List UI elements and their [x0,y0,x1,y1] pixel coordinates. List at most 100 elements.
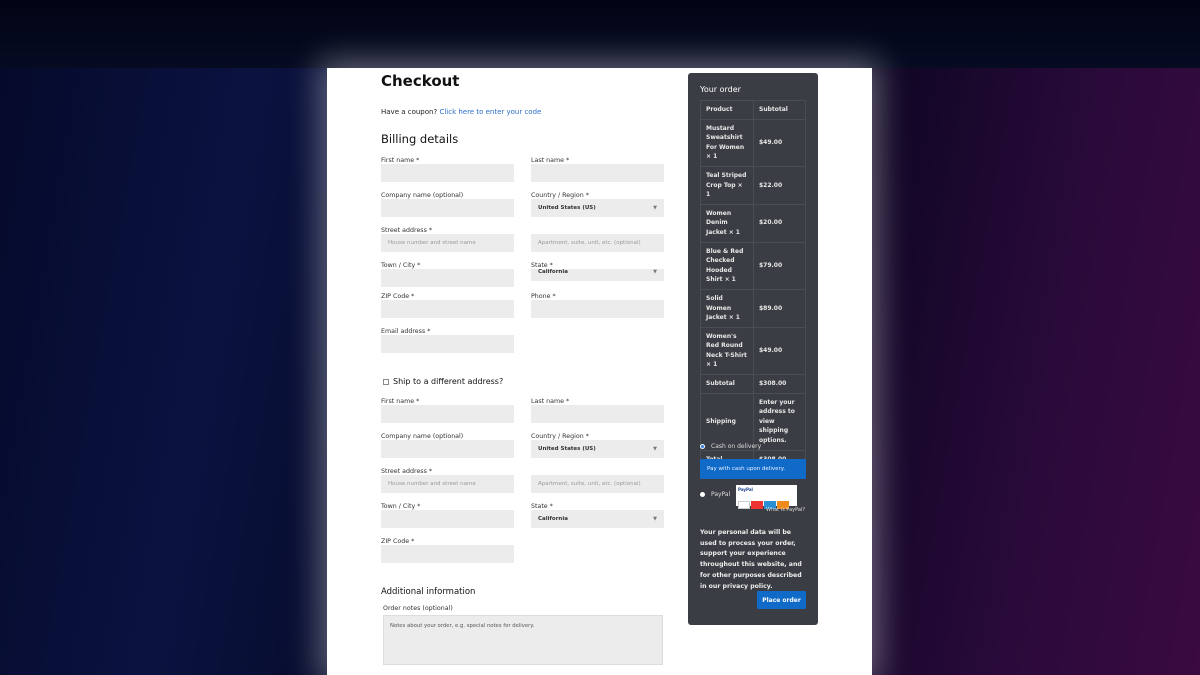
last-name-label: Last name * [531,398,570,405]
paypal-label: PayPal [711,491,731,498]
cell-value: $22.00 [753,165,806,205]
ship-different-label: Ship to a different address? [393,377,504,386]
cod-description: Pay with cash upon delivery. [700,459,806,479]
email-address-input[interactable] [381,335,514,353]
cell-value: $308.00 [753,374,806,394]
background-top [0,0,1200,68]
cell-label: Women Denim Jacket × 1 [700,203,754,243]
cell-label: Solid Women Jacket × 1 [700,288,754,328]
first-name-label: First name * [381,157,420,164]
first-name-input[interactable] [381,405,514,423]
order-item-row: Blue & Red Checked Hooded Shirt × 1 $79.0… [700,241,806,290]
payment-cod[interactable]: Cash on delivery [700,443,761,450]
phone-label: Phone * [531,293,556,300]
placeholder: Apartment, suite, unit, etc. (optional) [538,240,641,246]
coupon-text: Have a coupon? [381,108,438,116]
order-item-row: Women's Red Round Neck T-Shirt × 1 $49.00 [700,326,806,376]
cell-label: Product [700,100,754,120]
placeholder: Apartment, suite, unit, etc. (optional) [538,481,641,487]
selected-value: United States (US) [538,205,596,211]
order-header-row: Product Subtotal [700,100,806,120]
ship-different-toggle[interactable]: Ship to a different address? [383,377,503,386]
subtotal-row: Subtotal $308.00 [700,374,806,394]
cell-value: $79.00 [753,241,806,290]
phone-input[interactable] [531,300,664,318]
selected-value: California [538,516,568,522]
placeholder: House number and street name [388,240,476,246]
zip-code-input[interactable] [381,545,514,563]
coupon-link[interactable]: Click here to enter your code [439,108,541,116]
street-address-2-input[interactable]: Apartment, suite, unit, etc. (optional) [531,234,664,252]
cell-value: $49.00 [753,326,806,376]
what-is-paypal-link[interactable]: What is PayPal? [766,507,805,513]
state-select[interactable]: California ▼ [531,510,664,528]
town-city-input[interactable] [381,510,514,528]
company-name-optional-input[interactable] [381,199,514,217]
state-select[interactable]: California ▼ [531,269,664,281]
additional-heading: Additional information [381,587,476,597]
cod-radio[interactable] [700,444,705,449]
state-label: State * [531,503,553,510]
chevron-down-icon: ▼ [653,516,657,522]
billing-heading: Billing details [381,132,459,146]
privacy-notice: Your personal data will be used to proce… [700,529,802,590]
country-region-label: Country / Region * [531,433,589,440]
order-notes-label: Order notes (optional) [383,605,453,612]
zip-code-label: ZIP Code * [381,538,415,545]
order-title: Your order [700,85,741,94]
chevron-down-icon: ▼ [653,205,657,211]
town-city-label: Town / City * [381,262,421,269]
country-region-label: Country / Region * [531,192,589,199]
order-notes-textarea[interactable]: Notes about your order, e.g. special not… [383,615,663,665]
payment-paypal[interactable]: PayPal [700,491,730,498]
state-label: State * [531,262,553,269]
street-address-input[interactable]: House number and street name [381,475,514,493]
town-city-label: Town / City * [381,503,421,510]
order-item-row: Women Denim Jacket × 1 $20.00 [700,203,806,243]
company-name-optional-input[interactable] [381,440,514,458]
cell-value: $20.00 [753,203,806,243]
country-region-select[interactable]: United States (US) ▼ [531,440,664,458]
coupon-notice: Have a coupon? Click here to enter your … [381,108,541,116]
order-table: Product Subtotal Mustard Sweatshirt For Wo… [700,100,806,470]
placeholder: House number and street name [388,481,476,487]
paypal-cards-logo: PayPal [736,485,797,509]
cell-label: Shipping [700,392,754,451]
last-name-input[interactable] [531,405,664,423]
street-address-input[interactable]: House number and street name [381,234,514,252]
first-name-input[interactable] [381,164,514,182]
shipping-row: Shipping Enter your address to view shipp… [700,392,806,451]
company-name-optional-label: Company name (optional) [381,192,464,199]
selected-value: California [538,269,568,275]
town-city-input[interactable] [381,269,514,287]
selected-value: United States (US) [538,446,596,452]
visa-icon [738,501,750,509]
cell-label: Mustard Sweatshirt For Women × 1 [700,118,754,167]
place-order-button[interactable]: Place order [757,591,806,609]
country-region-select[interactable]: United States (US) ▼ [531,199,664,217]
cell-label: Teal Striped Crop Top × 1 [700,165,754,205]
email-address-label: Email address * [381,328,431,335]
ship-different-checkbox[interactable] [383,378,389,385]
paypal-radio[interactable] [700,492,705,497]
zip-code-input[interactable] [381,300,514,318]
zip-code-label: ZIP Code * [381,293,415,300]
street-address-2-input[interactable]: Apartment, suite, unit, etc. (optional) [531,475,664,493]
cod-label: Cash on delivery [711,443,762,450]
order-item-row: Teal Striped Crop Top × 1 $22.00 [700,165,806,205]
cell-value: $49.00 [753,118,806,167]
street-address-label: Street address * [381,227,433,234]
cell-value: Enter your address to view shipping opti… [753,392,806,451]
paypal-logo: PayPal [738,487,753,492]
cell-label: Blue & Red Checked Hooded Shirt × 1 [700,241,754,290]
cell-label: Subtotal [700,374,754,394]
cell-label: Women's Red Round Neck T-Shirt × 1 [700,326,754,376]
street-address-label: Street address * [381,468,433,475]
chevron-down-icon: ▼ [653,269,657,275]
last-name-input[interactable] [531,164,664,182]
mastercard-icon [751,501,763,509]
last-name-label: Last name * [531,157,570,164]
page-title: Checkout [381,72,460,90]
order-item-row: Solid Women Jacket × 1 $89.00 [700,288,806,328]
company-name-optional-label: Company name (optional) [381,433,464,440]
